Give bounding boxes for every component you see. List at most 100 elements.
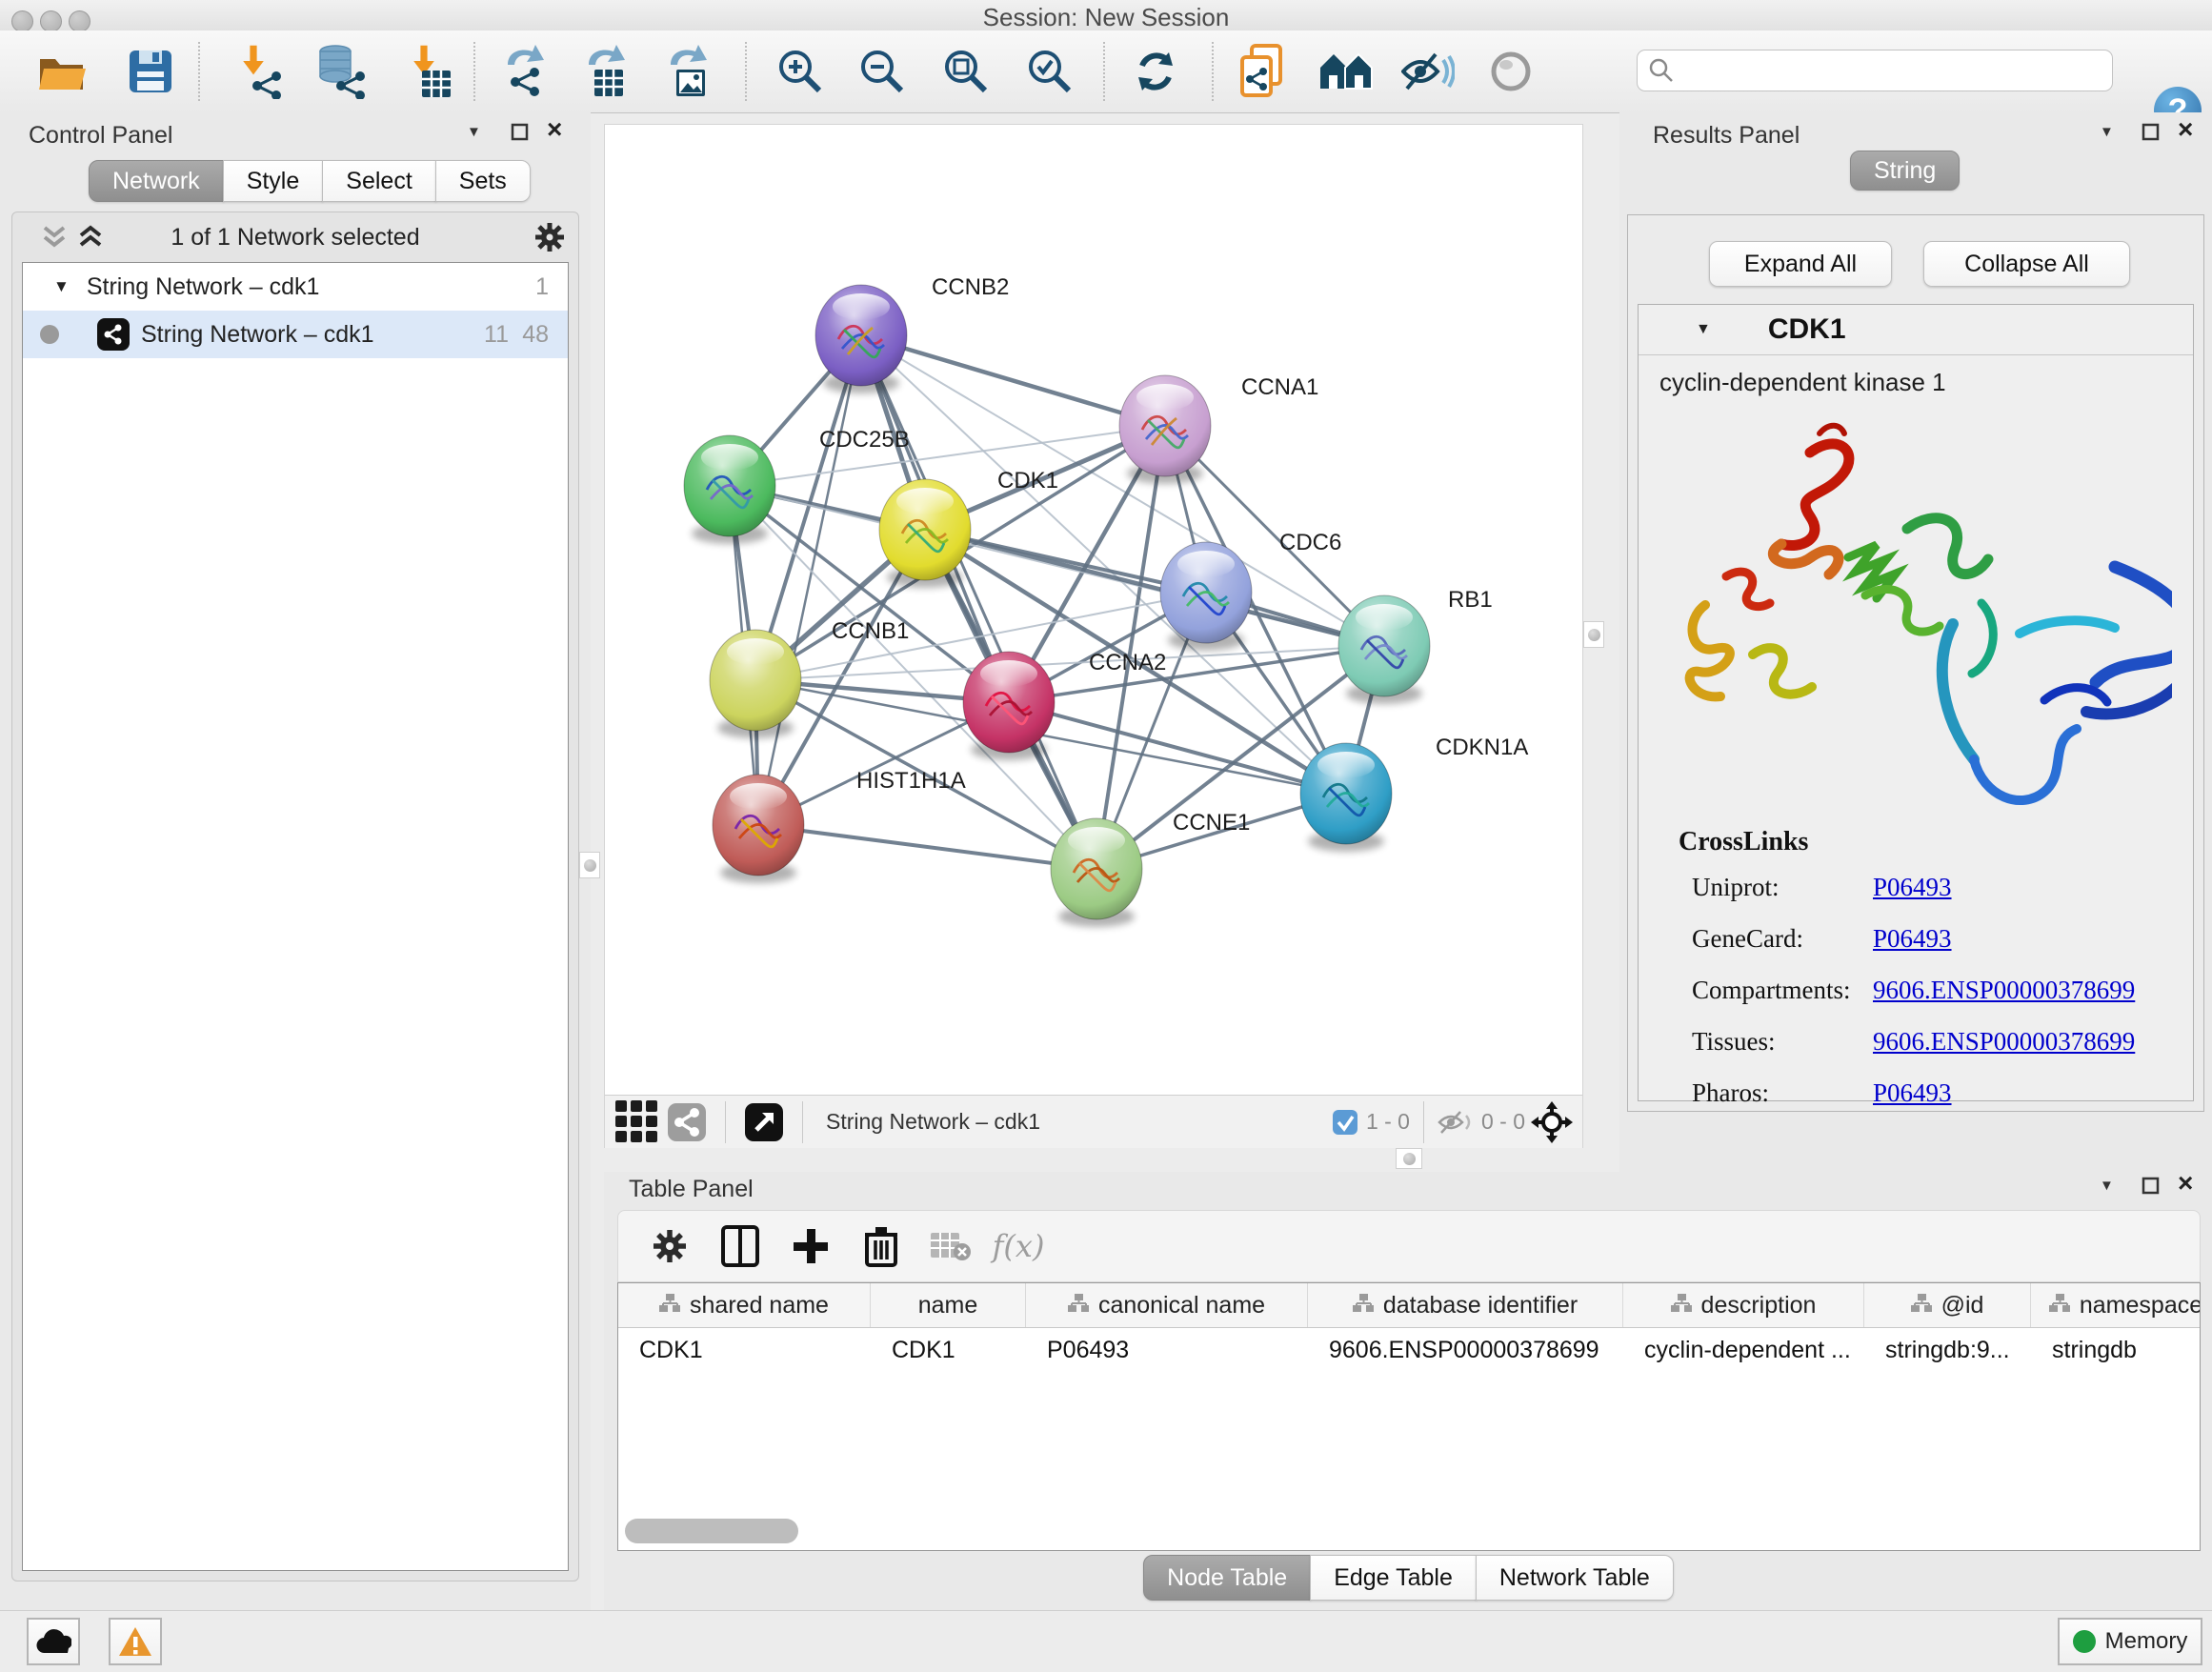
search-input[interactable]	[1681, 56, 2112, 85]
node-CDKN1A[interactable]	[1300, 743, 1392, 852]
panel-menu-icon[interactable]: ▼	[467, 124, 481, 140]
table-cell[interactable]: CDK1	[618, 1328, 871, 1372]
zoom-in-icon[interactable]	[771, 42, 830, 101]
tab-network[interactable]: Network	[89, 160, 224, 202]
column-header-canonical-name[interactable]: canonical name	[1026, 1283, 1308, 1327]
search-field[interactable]	[1637, 50, 2113, 91]
expand-all-button[interactable]: Expand All	[1709, 241, 1892, 287]
export-table-icon[interactable]	[578, 42, 637, 101]
search-icon	[1649, 58, 1674, 83]
table-cell[interactable]: stringdb:9...	[1864, 1328, 2031, 1372]
split-handle-bottom[interactable]	[1396, 1148, 1422, 1169]
zoom-selected-icon[interactable]	[1020, 42, 1079, 101]
float-panel-icon[interactable]	[2142, 1177, 2161, 1196]
zoom-fit-icon[interactable]	[936, 42, 995, 101]
function-builder-icon: f(x)	[988, 1216, 1049, 1277]
open-session-icon[interactable]	[33, 42, 92, 101]
table-gear-icon[interactable]	[639, 1216, 700, 1277]
column-header-shared-name[interactable]: shared name	[618, 1283, 871, 1327]
select-columns-icon[interactable]	[710, 1216, 771, 1277]
warning-button[interactable]	[109, 1618, 162, 1665]
birdseye-toggle-icon[interactable]	[1525, 1092, 1579, 1153]
node-CDC25B[interactable]	[684, 435, 775, 544]
node-RB1[interactable]	[1338, 595, 1430, 704]
column-header-namespace[interactable]: namespace	[2031, 1283, 2201, 1327]
add-column-icon[interactable]	[780, 1216, 841, 1277]
import-table-icon[interactable]	[396, 42, 455, 101]
column-header-description[interactable]: description	[1623, 1283, 1864, 1327]
close-panel-icon[interactable]: ×	[547, 120, 562, 139]
close-panel-icon[interactable]: ×	[2178, 120, 2193, 139]
network-canvas[interactable]: CCNB2CCNA1CDC25BCDK1CDC6RB1CCNB1CCNA2CDK…	[604, 124, 1583, 1148]
grid-view-icon[interactable]	[613, 1092, 662, 1153]
collapse-all-button[interactable]: Collapse All	[1923, 241, 2130, 287]
main-toolbar: ?	[0, 30, 2212, 113]
crosslink-link[interactable]: P06493	[1873, 924, 1952, 953]
export-image-icon[interactable]	[660, 42, 719, 101]
crosslink-link[interactable]: 9606.ENSP00000378699	[1873, 976, 2135, 1004]
split-handle-left[interactable]	[579, 852, 600, 878]
string-share-icon[interactable]	[662, 1092, 712, 1153]
column-header-@id[interactable]: @id	[1864, 1283, 2031, 1327]
show-all-icon[interactable]	[1481, 42, 1540, 101]
table-row[interactable]: CDK1CDK1P064939606.ENSP00000378699cyclin…	[618, 1328, 2200, 1372]
column-header-database-identifier[interactable]: database identifier	[1308, 1283, 1623, 1327]
edge-HIST1H1A-CCNE1[interactable]	[758, 825, 1096, 869]
node-CCNB2[interactable]	[815, 285, 907, 393]
tab-network-table[interactable]: Network Table	[1476, 1555, 1674, 1601]
tab-style[interactable]: Style	[223, 160, 324, 202]
import-network-database-icon[interactable]	[309, 42, 368, 101]
detach-view-icon[interactable]	[739, 1092, 789, 1153]
memory-button[interactable]: Memory	[2058, 1618, 2202, 1665]
import-network-icon[interactable]	[226, 42, 285, 101]
close-panel-icon[interactable]: ×	[2178, 1174, 2193, 1193]
split-handle-right[interactable]	[1583, 621, 1604, 648]
tab-string[interactable]: String	[1850, 151, 1960, 191]
tab-edge-table[interactable]: Edge Table	[1310, 1555, 1477, 1601]
network-row-selected[interactable]: String Network – cdk1 11 48	[23, 311, 568, 358]
node-CCNE1[interactable]	[1051, 818, 1142, 927]
panel-menu-icon[interactable]: ▼	[2100, 124, 2114, 140]
delete-column-icon[interactable]	[851, 1216, 912, 1277]
node-CDC6[interactable]	[1160, 542, 1252, 651]
export-network-icon[interactable]	[497, 42, 556, 101]
network-collection-row[interactable]: ▼ String Network – cdk1 1	[23, 263, 568, 311]
network-graph[interactable]: CCNB2CCNA1CDC25BCDK1CDC6RB1CCNB1CCNA2CDK…	[605, 125, 1582, 1095]
crosslink-link[interactable]: P06493	[1873, 873, 1952, 901]
control-panel-tabs: NetworkStyleSelectSets	[89, 160, 530, 202]
edge-RB1-CCNA2[interactable]	[1009, 646, 1384, 702]
refresh-icon[interactable]	[1126, 42, 1185, 101]
node-CCNB1[interactable]	[710, 630, 801, 738]
table-cell[interactable]: CDK1	[871, 1328, 1026, 1372]
section-expander-icon[interactable]: ▼	[1696, 321, 1711, 338]
float-panel-icon[interactable]	[511, 123, 530, 142]
selected-checkbox-icon[interactable]	[1332, 1109, 1358, 1136]
gene-section-header[interactable]: ▼ CDK1	[1639, 305, 2193, 355]
tree-expander-icon[interactable]: ▼	[53, 277, 70, 296]
copy-style-icon[interactable]	[1235, 42, 1294, 101]
zoom-out-icon[interactable]	[853, 42, 912, 101]
node-table[interactable]: shared namenamecanonical namedatabase id…	[617, 1282, 2201, 1551]
crosslink-link[interactable]: P06493	[1873, 1078, 1952, 1107]
cloud-button[interactable]	[27, 1618, 80, 1665]
scrollbar-thumb[interactable]	[625, 1519, 798, 1543]
node-HIST1H1A[interactable]	[713, 775, 804, 883]
crosslink-link[interactable]: 9606.ENSP00000378699	[1873, 1027, 2135, 1056]
tab-select[interactable]: Select	[322, 160, 435, 202]
table-cell[interactable]: stringdb	[2031, 1328, 2201, 1372]
panel-menu-icon[interactable]: ▼	[2100, 1178, 2114, 1194]
table-cell[interactable]: P06493	[1026, 1328, 1308, 1372]
edge-CCNB2-HIST1H1A[interactable]	[758, 335, 861, 825]
node-CCNA1[interactable]	[1119, 375, 1211, 484]
home-icon[interactable]	[1317, 42, 1376, 101]
save-session-icon[interactable]	[121, 42, 180, 101]
float-panel-icon[interactable]	[2142, 123, 2161, 142]
table-cell[interactable]: cyclin-dependent ...	[1623, 1328, 1864, 1372]
tab-node-table[interactable]: Node Table	[1143, 1555, 1311, 1601]
hide-selected-icon[interactable]	[1398, 42, 1458, 101]
tab-sets[interactable]: Sets	[435, 160, 531, 202]
gear-icon[interactable]	[533, 220, 567, 254]
edge-CCNB2-CCNA1[interactable]	[861, 335, 1165, 426]
table-cell[interactable]: 9606.ENSP00000378699	[1308, 1328, 1623, 1372]
column-header-name[interactable]: name	[871, 1283, 1026, 1327]
